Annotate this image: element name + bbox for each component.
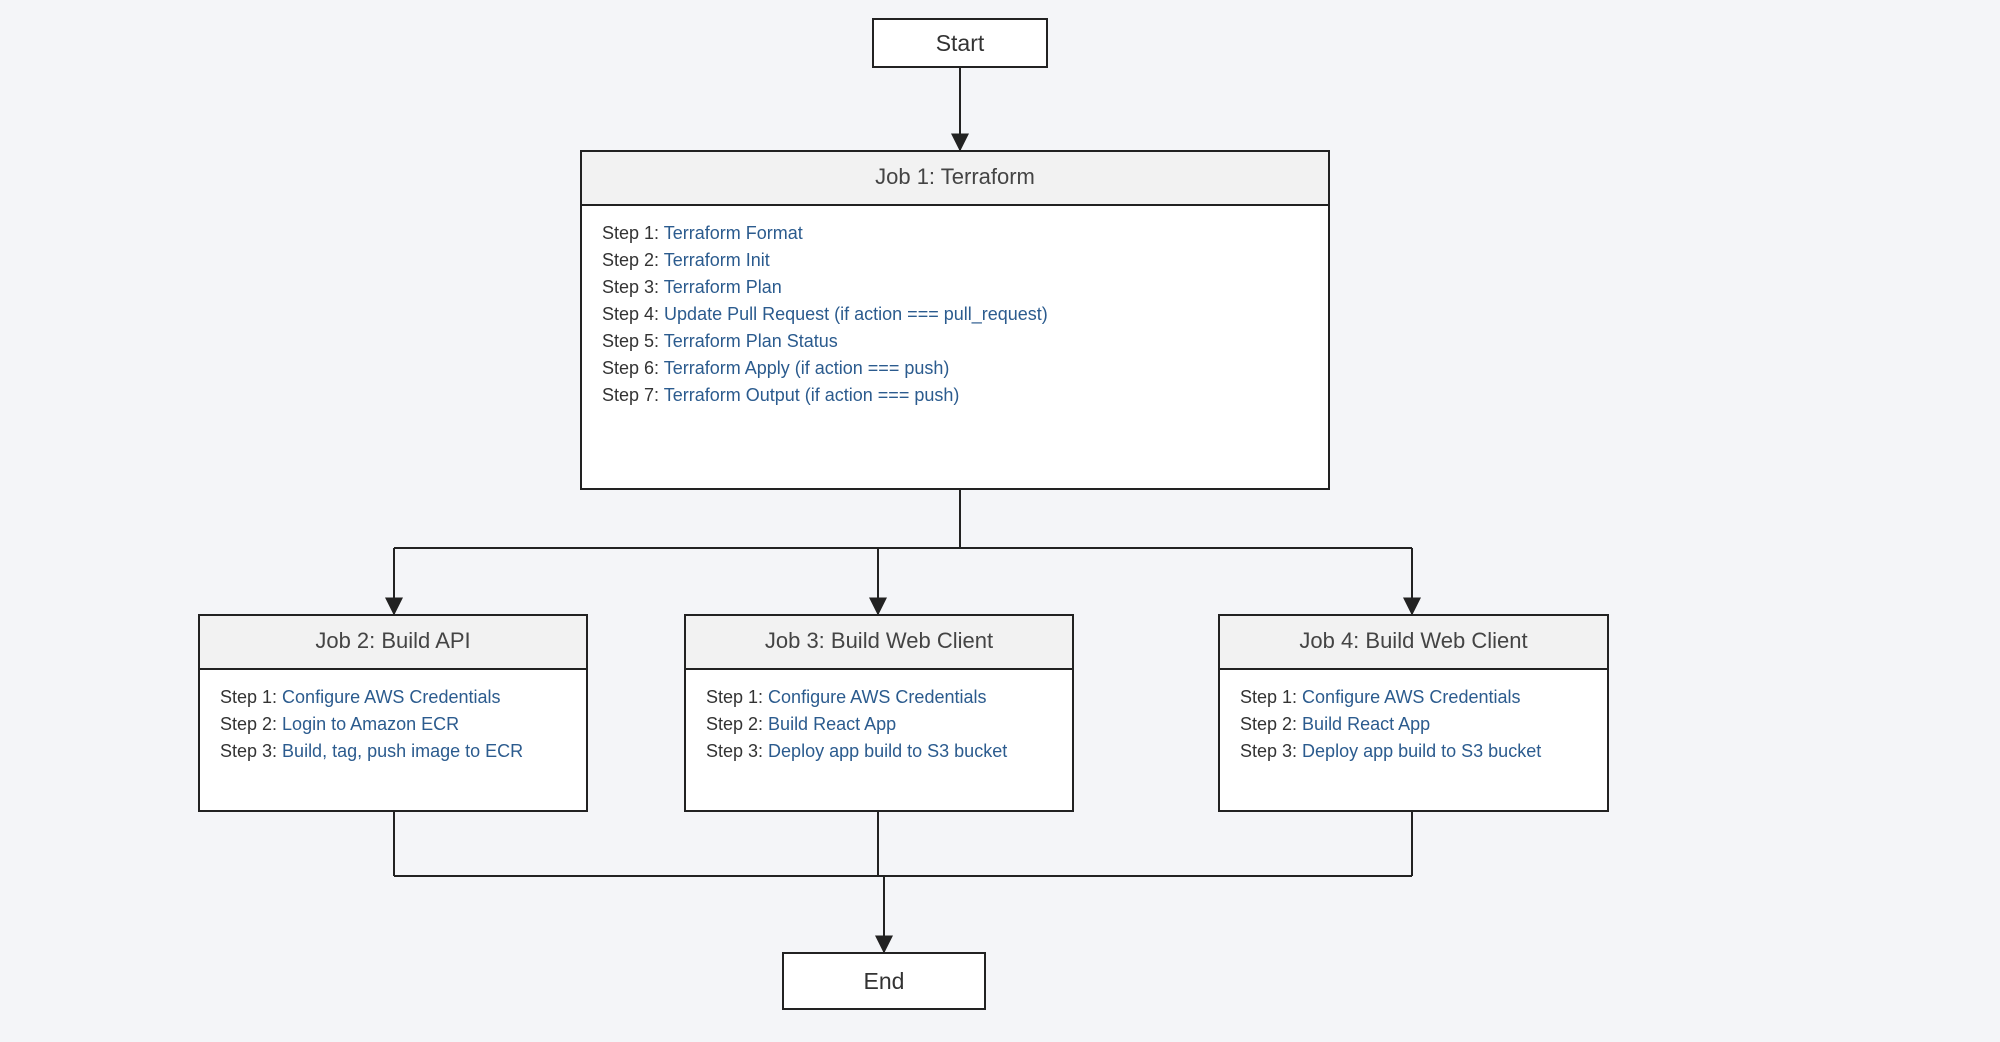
job1-title: Job 1: Terraform bbox=[582, 152, 1328, 206]
job3-step-name: Build React App bbox=[768, 714, 896, 734]
job1-step-label: Step 3: bbox=[602, 277, 664, 297]
job1-steps: Step 1: Terraform FormatStep 2: Terrafor… bbox=[582, 206, 1328, 425]
job3-title: Job 3: Build Web Client bbox=[686, 616, 1072, 670]
job1-step: Step 6: Terraform Apply (if action === p… bbox=[602, 355, 1308, 382]
job1-step-label: Step 2: bbox=[602, 250, 664, 270]
job4-step: Step 3: Deploy app build to S3 bucket bbox=[1240, 738, 1587, 765]
job1-step-label: Step 4: bbox=[602, 304, 664, 324]
job1-step-label: Step 7: bbox=[602, 385, 664, 405]
job1-step-cond: (if action === push) bbox=[800, 385, 960, 405]
job1-step: Step 1: Terraform Format bbox=[602, 220, 1308, 247]
job2-step: Step 2: Login to Amazon ECR bbox=[220, 711, 566, 738]
job2-step-label: Step 2: bbox=[220, 714, 282, 734]
job3-step-label: Step 2: bbox=[706, 714, 768, 734]
job1-step: Step 5: Terraform Plan Status bbox=[602, 328, 1308, 355]
job1-step-name: Terraform Apply bbox=[664, 358, 790, 378]
job1-step-label: Step 6: bbox=[602, 358, 664, 378]
job1-step: Step 7: Terraform Output (if action === … bbox=[602, 382, 1308, 409]
job1-step-cond: (if action === pull_request) bbox=[829, 304, 1048, 324]
job4-step: Step 1: Configure AWS Credentials bbox=[1240, 684, 1587, 711]
job2-step-name: Build, tag, push image to ECR bbox=[282, 741, 523, 761]
start-label: Start bbox=[936, 30, 985, 57]
end-node: End bbox=[782, 952, 986, 1010]
job4-step-name: Configure AWS Credentials bbox=[1302, 687, 1520, 707]
job3-step: Step 3: Deploy app build to S3 bucket bbox=[706, 738, 1052, 765]
job2-step-label: Step 3: bbox=[220, 741, 282, 761]
job4-step-label: Step 1: bbox=[1240, 687, 1302, 707]
job3-steps: Step 1: Configure AWS CredentialsStep 2:… bbox=[686, 670, 1072, 781]
job4-title: Job 4: Build Web Client bbox=[1220, 616, 1607, 670]
diagram-stage: Start Job 1: Terraform Step 1: Terraform… bbox=[0, 0, 2000, 1042]
job1-node: Job 1: Terraform Step 1: Terraform Forma… bbox=[580, 150, 1330, 490]
job2-step-name: Configure AWS Credentials bbox=[282, 687, 500, 707]
job2-node: Job 2: Build API Step 1: Configure AWS C… bbox=[198, 614, 588, 812]
job4-step-name: Deploy app build to S3 bucket bbox=[1302, 741, 1541, 761]
start-node: Start bbox=[872, 18, 1048, 68]
job3-step-name: Configure AWS Credentials bbox=[768, 687, 986, 707]
job1-step-label: Step 1: bbox=[602, 223, 664, 243]
job1-step-label: Step 5: bbox=[602, 331, 664, 351]
job3-step-label: Step 3: bbox=[706, 741, 768, 761]
job1-step-name: Terraform Format bbox=[664, 223, 803, 243]
job1-step-name: Update Pull Request bbox=[664, 304, 829, 324]
job1-step: Step 4: Update Pull Request (if action =… bbox=[602, 301, 1308, 328]
job4-node: Job 4: Build Web Client Step 1: Configur… bbox=[1218, 614, 1609, 812]
job4-step: Step 2: Build React App bbox=[1240, 711, 1587, 738]
job1-step-name: Terraform Plan bbox=[664, 277, 782, 297]
job2-step: Step 3: Build, tag, push image to ECR bbox=[220, 738, 566, 765]
job3-step: Step 2: Build React App bbox=[706, 711, 1052, 738]
job2-title: Job 2: Build API bbox=[200, 616, 586, 670]
job4-step-label: Step 2: bbox=[1240, 714, 1302, 734]
job1-step: Step 3: Terraform Plan bbox=[602, 274, 1308, 301]
job2-step-name: Login to Amazon ECR bbox=[282, 714, 459, 734]
job3-step: Step 1: Configure AWS Credentials bbox=[706, 684, 1052, 711]
job1-step: Step 2: Terraform Init bbox=[602, 247, 1308, 274]
job4-steps: Step 1: Configure AWS CredentialsStep 2:… bbox=[1220, 670, 1607, 781]
job1-step-name: Terraform Init bbox=[664, 250, 770, 270]
job2-step-label: Step 1: bbox=[220, 687, 282, 707]
job1-step-cond: (if action === push) bbox=[790, 358, 950, 378]
job4-step-name: Build React App bbox=[1302, 714, 1430, 734]
job3-step-label: Step 1: bbox=[706, 687, 768, 707]
end-label: End bbox=[864, 968, 905, 995]
job4-step-label: Step 3: bbox=[1240, 741, 1302, 761]
job3-node: Job 3: Build Web Client Step 1: Configur… bbox=[684, 614, 1074, 812]
job2-step: Step 1: Configure AWS Credentials bbox=[220, 684, 566, 711]
job1-step-name: Terraform Output bbox=[664, 385, 800, 405]
job3-step-name: Deploy app build to S3 bucket bbox=[768, 741, 1007, 761]
job2-steps: Step 1: Configure AWS CredentialsStep 2:… bbox=[200, 670, 586, 781]
job1-step-name: Terraform Plan Status bbox=[664, 331, 838, 351]
